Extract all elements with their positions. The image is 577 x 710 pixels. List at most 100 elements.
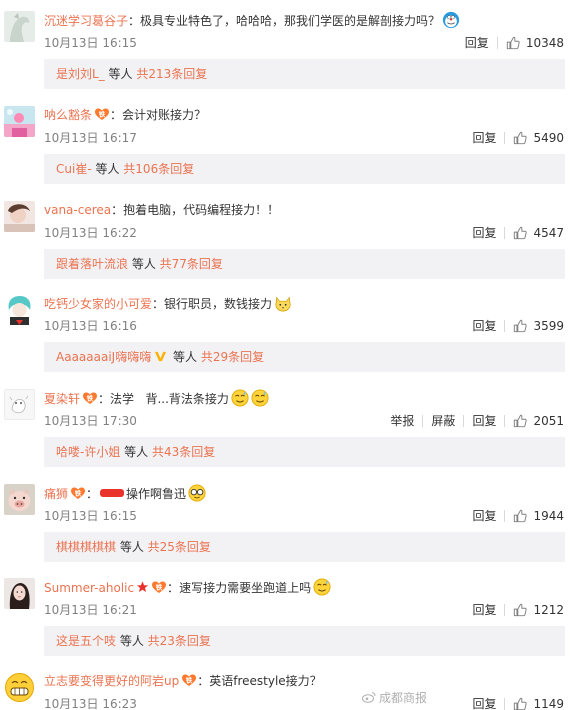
reply-button[interactable]: 回复	[472, 602, 496, 618]
comment-actions: 回复 5490	[472, 130, 564, 146]
avatar[interactable]	[4, 672, 35, 703]
reply-username[interactable]: 是刘刘L_	[56, 67, 105, 81]
thumbs-up-icon[interactable]	[506, 36, 520, 50]
username-link[interactable]: 立志要变得更好的阿岩up	[44, 674, 179, 688]
reply-username[interactable]: 棋棋棋棋棋	[56, 540, 116, 554]
divider	[504, 604, 506, 616]
reply-button[interactable]: 回复	[472, 225, 496, 241]
reply-count-link[interactable]: 共106条回复	[123, 162, 194, 176]
thumbs-up-icon[interactable]	[513, 697, 527, 710]
divider	[504, 320, 506, 332]
reply-count-link[interactable]: 共77条回复	[160, 257, 223, 271]
reply-username[interactable]: 跟着落叶流浪	[56, 257, 128, 271]
block-button[interactable]: 屏蔽	[431, 413, 455, 429]
like-count[interactable]: 1944	[533, 508, 564, 524]
username-link[interactable]: 夏染轩	[44, 392, 80, 406]
reply-username[interactable]: AaaaaaaiJ嗨嗨嗨	[56, 350, 151, 364]
username-link[interactable]: Summer-aholic	[44, 581, 134, 595]
avatar[interactable]	[4, 106, 35, 137]
comment-text: 速写接力需要坐跑道上吗	[179, 581, 312, 595]
timestamp: 10月13日 16:23	[44, 697, 137, 710]
nerd-emoji-icon	[188, 484, 206, 502]
thumbs-up-icon[interactable]	[513, 414, 527, 428]
watermark: 成都商报	[361, 690, 427, 706]
reply-count-link[interactable]: 共25条回复	[148, 540, 211, 554]
avatar[interactable]	[4, 11, 35, 42]
avatar[interactable]	[4, 201, 35, 232]
comment-text: 极具专业特色了，哈哈哈，那我们学医的是解剖接力吗？	[140, 14, 441, 28]
cat-emoji-icon	[274, 294, 292, 312]
comment-actions: 回复 4547	[472, 225, 564, 241]
reply-username[interactable]: 哈喽-许小姐	[56, 445, 120, 459]
reply-button[interactable]: 回复	[472, 696, 496, 710]
reply-button[interactable]: 回复	[472, 130, 496, 146]
redaction-mark	[100, 489, 125, 497]
reply-count-link[interactable]: 共23条回复	[148, 634, 211, 648]
comment-actions: 回复 1149	[472, 696, 564, 710]
thumbs-up-icon[interactable]	[513, 603, 527, 617]
reply-thread-link[interactable]: 跟着落叶流浪 等人 共77条回复	[44, 249, 565, 279]
like-count[interactable]: 5490	[533, 130, 564, 146]
comment-actions: 回复 3599	[472, 318, 564, 334]
username-link[interactable]: vana-cerea	[44, 203, 111, 217]
timestamp: 10月13日 16:17	[44, 131, 137, 145]
avatar[interactable]	[4, 294, 35, 325]
username-link[interactable]: 吃钙少女家的小可爱	[44, 297, 152, 311]
reply-thread-link[interactable]: Cui崔- 等人 共106条回复	[44, 154, 565, 184]
reply-button[interactable]: 回复	[472, 413, 496, 429]
fan-badge-icon	[70, 486, 86, 500]
avatar[interactable]	[4, 578, 35, 609]
username-link[interactable]: 呐么豁条	[44, 108, 92, 122]
divider	[504, 510, 506, 522]
reply-button[interactable]: 回复	[472, 318, 496, 334]
comment-line: 吃钙少女家的小可爱：银行职员，数钱接力	[44, 294, 292, 312]
comment-text: 法学 背...背法条接力	[110, 392, 229, 406]
reply-count-link[interactable]: 共29条回复	[201, 350, 264, 364]
reply-username[interactable]: 这是五个吱	[56, 634, 116, 648]
fan-badge-icon	[82, 391, 98, 405]
avatar[interactable]	[4, 389, 35, 420]
thumbs-up-icon[interactable]	[513, 131, 527, 145]
comment-text: 英语freestyle接力？	[209, 674, 322, 688]
reply-thread-link[interactable]: 哈喽-许小姐 等人 共43条回复	[44, 437, 565, 467]
reply-thread-link[interactable]: AaaaaaaiJ嗨嗨嗨 等人 共29条回复	[44, 342, 565, 372]
comment-actions: 回复 10348	[465, 35, 564, 51]
timestamp: 10月13日 16:16	[44, 319, 137, 333]
timestamp: 10月13日 17:30	[44, 414, 137, 428]
reply-count-link[interactable]: 共43条回复	[152, 445, 215, 459]
reply-username[interactable]: Cui崔-	[56, 162, 92, 176]
comment-actions: 回复 1944	[472, 508, 564, 524]
thumbs-up-icon[interactable]	[513, 226, 527, 240]
reply-button[interactable]: 回复	[472, 508, 496, 524]
vip-v-icon	[154, 350, 167, 363]
comment-text: 会计对账接力？	[122, 108, 207, 122]
star-icon	[136, 580, 149, 594]
report-button[interactable]: 举报	[390, 413, 414, 429]
timestamp: 10月13日 16:15	[44, 36, 137, 50]
fan-badge-icon	[181, 673, 197, 687]
reply-thread-link[interactable]: 这是五个吱 等人 共23条回复	[44, 626, 565, 656]
reply-button[interactable]: 回复	[465, 35, 489, 51]
fan-badge-icon	[151, 580, 167, 594]
username-link[interactable]: 痛狮	[44, 487, 68, 501]
comment-text: 银行职员，数钱接力	[164, 297, 273, 311]
divider	[463, 415, 465, 427]
avatar[interactable]	[4, 484, 35, 515]
like-count[interactable]: 3599	[533, 318, 564, 334]
fan-badge-icon	[94, 107, 110, 121]
like-count[interactable]: 2051	[533, 413, 564, 429]
like-count[interactable]: 1212	[533, 602, 564, 618]
comment-text: 抱着电脑，代码编程接力！！	[123, 203, 280, 217]
thumbs-up-icon[interactable]	[513, 319, 527, 333]
comment-line: Summer-aholic ：速写接力需要坐跑道上吗	[44, 578, 331, 596]
like-count[interactable]: 4547	[533, 225, 564, 241]
comment-line: 夏染轩 ：法学 背...背法条接力	[44, 389, 269, 407]
reply-thread-link[interactable]: 棋棋棋棋棋 等人 共25条回复	[44, 532, 565, 562]
divider	[422, 415, 424, 427]
reply-thread-link[interactable]: 是刘刘L_ 等人 共213条回复	[44, 59, 565, 89]
username-link[interactable]: 沉迷学习葛谷子	[44, 14, 128, 28]
like-count[interactable]: 10348	[526, 35, 564, 51]
reply-count-link[interactable]: 共213条回复	[136, 67, 207, 81]
like-count[interactable]: 1149	[533, 696, 564, 710]
thumbs-up-icon[interactable]	[513, 509, 527, 523]
